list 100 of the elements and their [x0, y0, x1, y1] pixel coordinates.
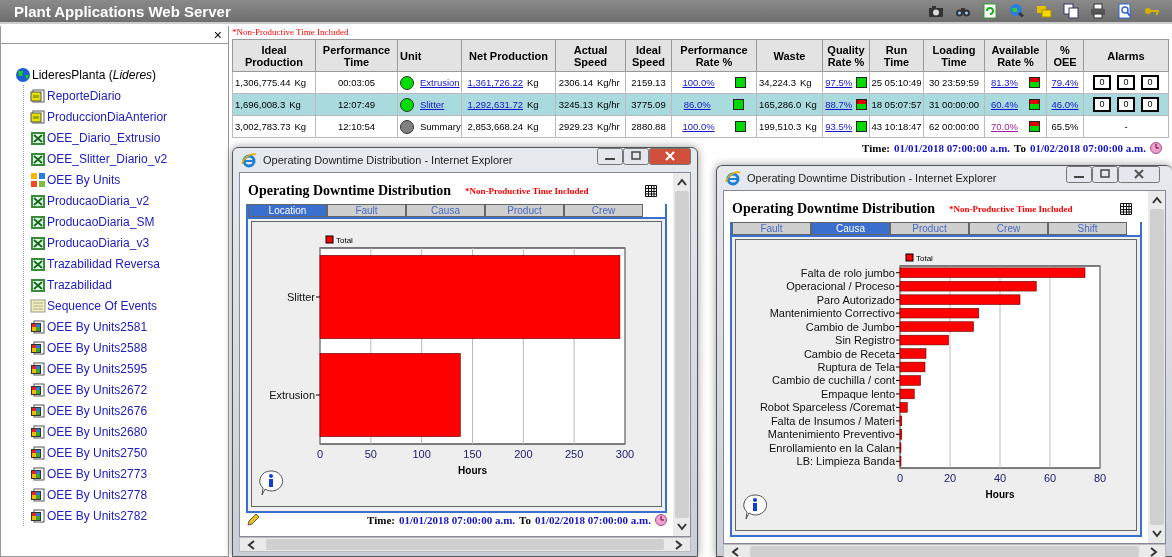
rate-value-link[interactable]: 86.0% — [683, 99, 711, 110]
category-label: Slitter — [286, 291, 315, 303]
tree-item[interactable]: Sequence Of Events — [47, 298, 158, 313]
alarm-counter[interactable]: 0 — [1117, 75, 1135, 90]
note: *Non-Productive Time Included — [232, 27, 350, 39]
scroll-thumb[interactable] — [266, 539, 664, 550]
legend: Total — [325, 235, 353, 245]
scroll-left-icon[interactable] — [730, 545, 740, 557]
tree-item[interactable]: OEE By Units2672 — [47, 382, 148, 397]
tiles-icon — [30, 171, 46, 188]
scrollbar[interactable] — [723, 544, 1166, 557]
unit-name-link[interactable]: Slitter — [420, 99, 445, 110]
tree-item[interactable]: ReporteDiario — [47, 88, 122, 103]
rate-value-link[interactable]: 100.0% — [682, 121, 715, 132]
tab[interactable]: Causa — [811, 222, 890, 235]
scrollbar[interactable] — [1148, 191, 1165, 543]
tree-item[interactable]: OEE_Diario_Extrusio — [47, 130, 161, 145]
tree-item[interactable]: ProducaoDiaria_SM — [47, 214, 155, 229]
cell-value: 62 00:00:00 — [928, 121, 980, 132]
clock-icon[interactable] — [1150, 142, 1162, 154]
alarm-counter[interactable]: 0 — [1117, 97, 1135, 112]
tab[interactable]: Location — [248, 204, 327, 217]
maximize-button[interactable] — [623, 148, 649, 165]
table-row[interactable]: 1,306,775.44 Kg 00:03:05 Extrusion 1,361,726.22 Kg 2306.14 Kg/hr 2159.13 100.0% 34,224.3 Kg 97.5% 25 05:10:49 30 23:59:59 81.3% 79.4% 0 0 0 — [232, 71, 1169, 94]
date-link[interactable]: 01/02/2018 07:00:00 a.m. — [1029, 142, 1146, 154]
tree-item[interactable]: OEE By Units2778 — [47, 487, 148, 502]
tree-item[interactable]: OEE By Units2595 — [47, 361, 148, 376]
scroll-right-icon[interactable] — [674, 538, 684, 551]
scrollbar[interactable] — [239, 537, 691, 552]
tree-item[interactable]: OEE By Units2773 — [47, 466, 148, 481]
clock-icon[interactable] — [655, 514, 667, 526]
alarm-counter[interactable]: 0 — [1141, 75, 1159, 90]
unit-label: Kg — [805, 121, 818, 132]
close-button[interactable] — [1118, 166, 1160, 183]
date-link[interactable]: 01/01/2018 07:00:00 a.m. — [893, 142, 1011, 154]
report-icon — [30, 486, 46, 503]
search-icon[interactable] — [1117, 3, 1133, 19]
spreadsheet-icon — [30, 150, 46, 167]
spreadsheet-icon — [30, 276, 46, 293]
alarm-counter[interactable]: 0 — [1093, 75, 1111, 90]
tree-item[interactable]: ProducaoDiaria_v2 — [47, 193, 150, 208]
tree-item[interactable]: OEE By Units — [47, 172, 121, 187]
scroll-down-icon[interactable] — [1150, 529, 1163, 539]
rate-value-link[interactable]: 100.0% — [682, 77, 715, 88]
scrollbar[interactable] — [673, 173, 690, 536]
minimize-button[interactable] — [1066, 166, 1092, 183]
info-icon[interactable] — [258, 470, 284, 496]
column-header: Ideal Speed — [625, 39, 672, 72]
globe-icon[interactable] — [1009, 3, 1025, 19]
folder-icon[interactable] — [1036, 3, 1052, 19]
scroll-down-icon[interactable] — [675, 522, 688, 532]
alarm-counter[interactable]: 0 — [1141, 97, 1159, 112]
refresh-icon[interactable] — [982, 3, 998, 19]
tree-item[interactable]: OEE By Units2581 — [47, 319, 148, 334]
maximize-button[interactable] — [1092, 166, 1118, 183]
scroll-thumb[interactable] — [674, 191, 689, 518]
browser-icon — [241, 152, 257, 168]
tree-item[interactable]: OEE By Units2676 — [47, 403, 148, 418]
cell-value-link[interactable]: 1,361,726.22 — [467, 77, 523, 88]
tree-item[interactable]: OEE By Units2680 — [47, 424, 148, 439]
copy-icon[interactable] — [1063, 3, 1079, 19]
list-icon — [30, 297, 46, 314]
info-icon[interactable] — [742, 494, 768, 520]
cell-value: 65.5% — [1051, 121, 1079, 132]
date-link[interactable]: 01/02/2018 07:00:00 a.m. — [534, 514, 651, 526]
tree-item[interactable]: Trazabilidad Reversa — [47, 256, 160, 271]
scroll-up-icon[interactable] — [675, 177, 688, 187]
scroll-right-icon[interactable] — [1149, 545, 1159, 557]
category-label: Mantenimiento Correctivo — [769, 307, 895, 320]
tick-label: 300 — [615, 448, 635, 460]
tree-item[interactable]: OEE By Units2588 — [47, 340, 148, 355]
camera-icon[interactable] — [928, 3, 944, 19]
tick-label: 20 — [943, 472, 957, 484]
unit-label: Kg — [294, 121, 308, 132]
minimize-button[interactable] — [597, 148, 623, 165]
cell-value-link[interactable]: 1,292,631.72 — [467, 99, 523, 110]
close-button[interactable]: × — [207, 26, 228, 43]
column-header: Alarms — [1083, 39, 1169, 72]
tree-item[interactable]: OEE By Units2750 — [47, 445, 148, 460]
category-label: Empaque lento — [821, 387, 895, 400]
table-icon[interactable] — [1120, 202, 1132, 215]
print-icon[interactable] — [1090, 3, 1106, 19]
tree-item[interactable]: OEE_Slitter_Diario_v2 — [47, 151, 168, 166]
tree-item[interactable]: ProduccionDiaAnterior — [47, 109, 168, 124]
unit-name: Summary — [420, 121, 461, 132]
tree-item[interactable]: LideresPlanta (Lideres) — [32, 67, 157, 82]
table-row[interactable]: 3,002,783.73 Kg 12:10:54 Summary 2,853,668.24 Kg 2929.23 Kg/hr 2880.88 100.0% 199,510.3 Kg 93.5% 43 10:18:47 62 00:00:00 70.0% 65.5% - — [232, 115, 1169, 138]
date-link[interactable]: 01/01/2018 07:00:00 a.m. — [398, 514, 516, 526]
scroll-up-icon[interactable] — [1150, 195, 1163, 205]
category-label: Cambio de Jumbo — [805, 320, 895, 333]
scroll-thumb[interactable] — [1149, 209, 1164, 525]
table-icon[interactable] — [645, 184, 657, 197]
table-row[interactable]: 1,696,008.3 Kg 12:07:49 Slitter 1,292,631.72 Kg 3245.13 Kg/hr 3775.09 86.0% 165,286.0 Kg 88.7% 18 05:07:57 31 00:00:00 60.4% 46.0% 0 0 0 — [232, 93, 1169, 116]
tree-item[interactable]: Trazabilidad — [47, 277, 112, 292]
scroll-thumb[interactable] — [750, 546, 1139, 557]
close-button[interactable] — [649, 148, 691, 165]
tree-item[interactable]: OEE By Units2782 — [47, 508, 148, 523]
tree-item[interactable]: ProducaoDiaria_v3 — [47, 235, 150, 250]
scroll-left-icon[interactable] — [246, 538, 256, 551]
alarm-counter[interactable]: 0 — [1093, 97, 1111, 112]
